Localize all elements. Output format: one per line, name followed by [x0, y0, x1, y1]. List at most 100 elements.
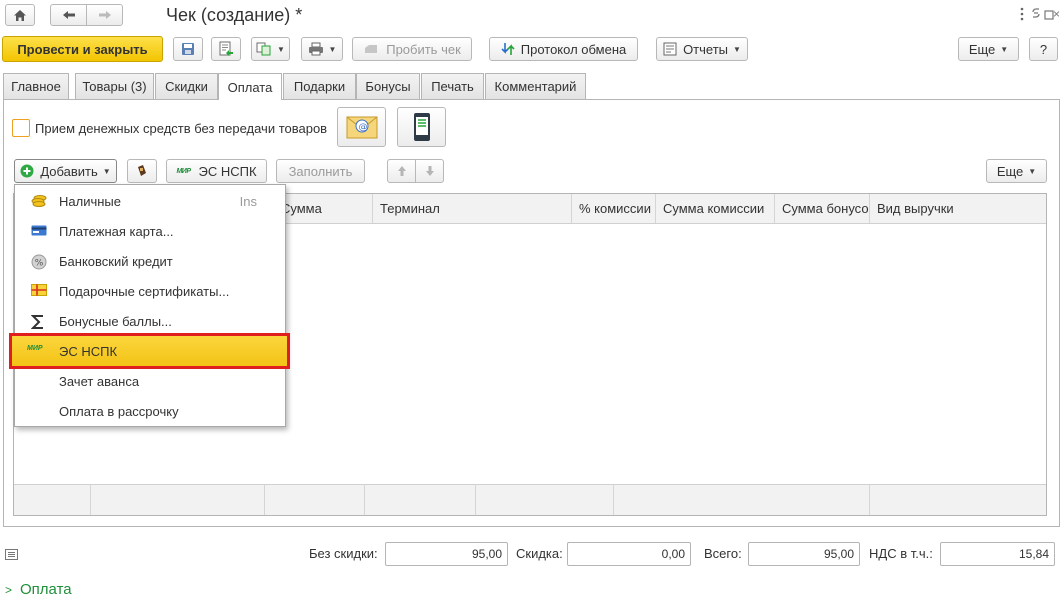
save-button[interactable]: [173, 37, 203, 61]
email-icon: @: [346, 116, 377, 139]
more-vert-icon[interactable]: [1018, 6, 1026, 22]
no-discount-label: Без скидки:: [309, 546, 378, 561]
payment-terminal-button[interactable]: [127, 159, 157, 183]
discount-field: 0,00: [567, 542, 691, 566]
print-button[interactable]: ▼: [301, 37, 343, 61]
card-icon: [31, 224, 47, 238]
fill-button[interactable]: Заполнить: [276, 159, 365, 183]
post-document-icon: [219, 41, 233, 56]
create-based-on-icon: [256, 42, 271, 56]
help-button[interactable]: ?: [1029, 37, 1058, 61]
print-check-button[interactable]: Пробить чек: [352, 37, 472, 61]
column-header-commission-percent[interactable]: % комиссии: [572, 194, 656, 223]
total-field: 95,00: [748, 542, 860, 566]
tab-5[interactable]: Подарки: [283, 73, 356, 99]
move-up-button[interactable]: [387, 159, 416, 183]
sigma-icon: [30, 314, 47, 329]
menu-item-8[interactable]: Оплата в рассрочку: [16, 396, 286, 426]
mir-icon: МИР: [27, 345, 43, 352]
phone-icon: [413, 113, 430, 141]
post-and-close-button[interactable]: Провести и закрыть: [2, 36, 163, 62]
vat-field: 15,84: [940, 542, 1055, 566]
arrow-up-icon: [397, 166, 406, 176]
percent-icon: %: [31, 254, 47, 270]
footer-cell: [614, 485, 870, 515]
tab-1[interactable]: Главное: [3, 73, 69, 99]
arrow-left-icon: [62, 11, 75, 19]
link-icon[interactable]: [1031, 7, 1041, 22]
menu-item-4[interactable]: Подарочные сертификаты...: [16, 276, 286, 306]
list-icon[interactable]: [5, 548, 18, 563]
close-icon[interactable]: ×: [1053, 7, 1060, 21]
exchange-icon: [501, 43, 515, 55]
tab-2[interactable]: Товары (3): [75, 73, 154, 99]
footer-cell: [14, 485, 91, 515]
tab-3[interactable]: Скидки: [155, 73, 218, 99]
back-button[interactable]: [50, 4, 87, 26]
chevron-right-icon: >: [5, 582, 13, 597]
nspk-button[interactable]: МИР ЭС НСПК: [166, 159, 267, 183]
footer-cell: [265, 485, 365, 515]
svg-text:%: %: [35, 259, 44, 269]
add-button[interactable]: Добавить ▼: [14, 159, 117, 183]
home-button[interactable]: [5, 4, 35, 26]
home-icon: [14, 9, 26, 21]
create-based-on-button[interactable]: ▼: [251, 37, 290, 61]
column-header-amount[interactable]: Сумма: [281, 194, 373, 223]
chevron-down-icon: ▼: [1000, 44, 1009, 54]
total-label: Всего:: [704, 546, 742, 561]
cash-icon: [31, 194, 47, 208]
tab-7[interactable]: Печать: [421, 73, 484, 99]
chevron-down-icon: ▼: [277, 44, 285, 54]
menu-item-6[interactable]: МИР ЭС НСПК: [9, 333, 290, 369]
save-icon: [182, 43, 194, 55]
grid-footer: [14, 484, 1046, 515]
vat-label: НДС в т.ч.:: [869, 546, 933, 561]
exchange-log-button[interactable]: Протокол обмена: [489, 37, 638, 61]
no-goods-checkbox[interactable]: [12, 119, 30, 137]
column-header-bonus-amount[interactable]: Сумма бонусо: [775, 194, 870, 223]
payment-section-toggle[interactable]: > Оплата: [5, 581, 72, 598]
tab-6[interactable]: Бонусы: [356, 73, 420, 99]
send-email-button[interactable]: @: [337, 107, 386, 147]
menu-item-5[interactable]: Бонусные баллы...: [16, 306, 286, 336]
gift-certificate-icon: [31, 284, 47, 298]
printer-icon: [308, 42, 323, 56]
chevron-down-icon: ▼: [102, 166, 111, 176]
post-button[interactable]: [211, 37, 241, 61]
menu-item-3[interactable]: % Банковский кредит: [16, 246, 286, 276]
cash-register-icon: [365, 45, 378, 53]
mir-icon: МИР: [176, 167, 191, 175]
more-actions-button[interactable]: Еще ▼: [958, 37, 1019, 61]
grid-more-button[interactable]: Еще ▼: [986, 159, 1047, 183]
footer-cell: [365, 485, 476, 515]
chevron-down-icon: ▼: [328, 44, 337, 54]
tab-8[interactable]: Комментарий: [485, 73, 586, 99]
column-header-revenue-type[interactable]: Вид выручки: [870, 194, 1046, 223]
menu-shortcut: Ins: [239, 193, 257, 209]
column-header-terminal[interactable]: Терминал: [373, 194, 572, 223]
menu-item-7[interactable]: Зачет аванса: [16, 366, 286, 396]
footer-cell: [476, 485, 614, 515]
forward-button[interactable]: [86, 4, 123, 26]
arrow-down-icon: [425, 166, 434, 176]
no-discount-field: 95,00: [385, 542, 508, 566]
column-header-commission-amount[interactable]: Сумма комиссии: [656, 194, 775, 223]
reports-button[interactable]: Отчеты ▼: [656, 37, 748, 61]
tab-4[interactable]: Оплата: [218, 73, 282, 100]
chevron-down-icon: ▼: [1028, 166, 1037, 176]
reports-icon: [663, 42, 677, 56]
footer-cell: [91, 485, 265, 515]
move-down-button[interactable]: [415, 159, 444, 183]
card-terminal-icon: [138, 165, 146, 176]
svg-text:@: @: [358, 123, 367, 133]
arrow-right-icon: [98, 11, 111, 19]
send-sms-button[interactable]: [397, 107, 446, 147]
plus-circle-icon: [20, 164, 34, 178]
menu-item-1[interactable]: Наличные Ins: [16, 186, 286, 216]
window-title: Чек (создание) *: [166, 5, 303, 25]
add-payment-menu: Наличные Ins Платежная карта...% Банковский…: [9, 184, 290, 427]
discount-label: Скидка:: [516, 546, 563, 561]
menu-item-2[interactable]: Платежная карта...: [16, 216, 286, 246]
chevron-down-icon: ▼: [733, 44, 741, 54]
